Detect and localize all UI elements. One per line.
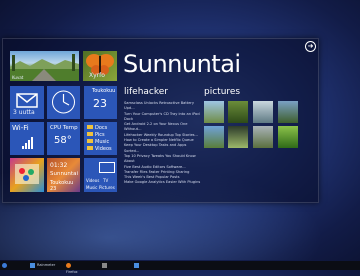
folder-label: Docs [95,125,108,131]
clock-icon [52,90,75,114]
folder-item[interactable]: Docs [87,125,112,132]
day-number: 23 [93,97,107,110]
tile-clock[interactable] [47,86,80,119]
taskbar-item-label: Firefox [66,270,78,274]
rainmeter-icon [30,263,35,268]
folder-icon [87,125,93,129]
folder-item[interactable]: Pics [87,132,112,139]
folder-item[interactable]: Music [87,139,112,146]
photo-thumb[interactable] [253,126,273,148]
page-title: Sunnuntai [123,50,241,78]
taskbar-item[interactable] [134,262,162,269]
photo-thumb[interactable] [204,101,224,123]
firefox-icon [66,263,71,268]
mail-count-label: 3 uutta [13,109,35,116]
folder-icon [87,132,93,136]
tile-folders[interactable]: Docs Pics Music Videos [84,122,117,155]
taskbar-item-label: Rainmeter [37,263,56,267]
tile-date[interactable]: Toukokuu 23 [84,86,117,119]
videos-label: Videos [86,178,100,183]
taskbar-item[interactable]: Firefox [66,262,80,274]
folder-item[interactable]: Videos [87,146,112,153]
calendar-date: Toukokuu 23 [50,180,74,192]
tile-label: Xyrfo [89,72,105,79]
photo-thumb[interactable] [228,126,248,148]
photo-thumb[interactable] [253,101,273,123]
folder-label: Pics [95,132,105,138]
feed-item[interactable]: Samsclass Unlocks Retroactive Battery Up… [124,101,202,112]
calendar-time: 01:32 [50,162,68,169]
taskbar-item[interactable]: Rainmeter [30,262,56,269]
taskbar: Rainmeter Firefox [0,261,360,274]
tile-media[interactable]: Videos TV Music Pictures [84,158,117,192]
tile-wifi[interactable]: Wi-Fi [10,122,44,155]
tile-label: Kuvat [12,75,24,80]
calendar-day: Sunnuntai [50,171,78,177]
folder-label: Music [95,139,110,145]
cpu-value: 58° [54,135,72,146]
feed-item[interactable]: Top 10 Privacy Tweaks You Should Know Ab… [124,154,202,165]
app-taskbar-icon [102,263,107,268]
music-label: Music [86,185,98,190]
tile-calendar[interactable]: 01:32 Sunnuntai Toukokuu 23 [47,158,80,192]
start-button[interactable] [2,262,16,269]
signal-icon [22,137,33,149]
feed-item[interactable]: Make Google Analytics Easier With Plugin… [124,180,202,185]
month-name: Toukokuu [92,88,116,94]
photo-thumb[interactable] [278,101,298,123]
rainmeter-icon [134,263,139,268]
photo-thumb[interactable] [278,126,298,148]
taskbar-item[interactable] [102,262,112,269]
folder-icon [87,139,93,143]
feed-item[interactable]: Turn Your Computer's CD Tray into an iPo… [124,112,202,123]
feed-item[interactable]: Keep Your Desktop Tasks and Apps Sorted.… [124,143,202,154]
photo-thumb[interactable] [204,126,224,148]
pictures-label: Pictures [99,185,115,190]
pictures-heading: pictures [204,87,241,97]
folder-label: Videos [95,146,112,152]
tile-mail[interactable]: 3 uutta [10,86,44,119]
forward-arrow-button[interactable]: ➜ [305,41,316,52]
cpu-title: CPU Temp [50,125,78,131]
tile-cpu-temp[interactable]: CPU Temp 58° [47,122,80,155]
app-icon [15,164,39,184]
lifehacker-feed: Samsclass Unlocks Retroactive Battery Up… [124,101,202,186]
tile-butterfly[interactable]: Xyrfo [83,51,117,81]
tv-icon [99,162,115,173]
lifehacker-heading: lifehacker [124,87,169,97]
tile-landscape[interactable]: Kuvat [10,51,79,81]
feed-item[interactable]: Get Android 2.2 on Your Nexus One Withou… [124,122,202,133]
start-icon [2,263,7,268]
tv-label: TV [103,178,109,183]
folder-icon [87,146,93,150]
tile-app[interactable] [10,158,44,192]
photo-thumb[interactable] [228,101,248,123]
